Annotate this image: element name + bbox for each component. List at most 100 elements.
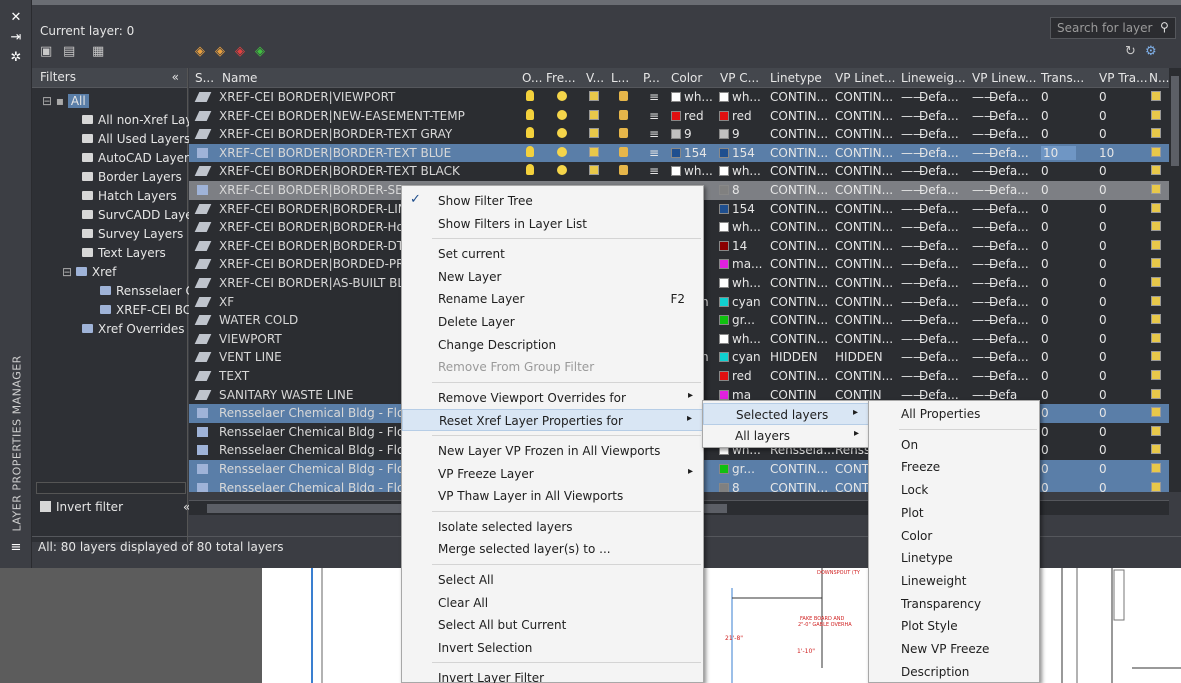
linetype-cell[interactable]: CONTIN... (770, 90, 828, 104)
vp-transparency-cell[interactable]: 0 (1099, 183, 1107, 197)
vp-freeze-icon[interactable] (589, 91, 599, 101)
linetype-cell[interactable]: CONTIN... (770, 127, 828, 141)
invert-filter-checkbox[interactable]: Invert filter « (40, 500, 190, 514)
menu-item-select-all[interactable]: Select All (402, 569, 703, 591)
layer-row[interactable]: XREF-CEI BORDER|BORDER-TEXT BLACK ≡ wh... w… (189, 162, 1169, 181)
vp-transparency-cell[interactable]: 0 (1099, 406, 1107, 420)
menu-item-delete-layer[interactable]: Delete Layer (402, 311, 703, 333)
color-cell[interactable]: red (671, 109, 704, 123)
menu-item-set-current[interactable]: Set current (402, 243, 703, 265)
new-vp-freeze-icon[interactable] (1151, 128, 1161, 139)
layer-name[interactable]: XREF-CEI BORDER|BORDER-TEXT GRAY (219, 127, 452, 141)
new-layer-icon[interactable]: ◈ (195, 44, 205, 59)
on-icon[interactable] (526, 145, 534, 157)
layer-name[interactable]: XREF-CEI BORDER|BORDER-TEXT BLUE (219, 146, 451, 160)
lock-icon[interactable] (619, 165, 628, 176)
menu-item-show-filter-tree[interactable]: ✓ Show Filter Tree (402, 190, 703, 212)
vp-linetype-cell[interactable]: CONTIN... (835, 183, 893, 197)
new-vp-freeze-icon[interactable] (1151, 277, 1161, 287)
new-vp-freeze-icon[interactable] (1151, 146, 1161, 157)
vp-transparency-cell[interactable]: 0 (1099, 443, 1107, 457)
vp-transparency-cell[interactable]: 0 (1099, 369, 1107, 383)
new-vp-freeze-icon[interactable] (1151, 351, 1161, 362)
new-vp-freeze-icon[interactable] (1151, 463, 1161, 473)
plot-icon[interactable]: ≡ (649, 164, 659, 178)
new-vp-freeze-icon[interactable] (1151, 370, 1161, 380)
transparency-cell[interactable]: 0 (1041, 313, 1049, 327)
layer-name[interactable]: WATER COLD (219, 313, 298, 327)
new-vp-freeze-icon[interactable] (1151, 295, 1161, 306)
layer-name[interactable]: XREF-CEI BORDER|BORDER-LINES (219, 202, 422, 216)
transparency-cell[interactable]: 0 (1041, 276, 1049, 290)
layer-name[interactable]: XREF-CEI BORDER|NEW-EASEMENT-TEMP (219, 109, 465, 123)
new-vp-freeze-icon[interactable] (1151, 239, 1161, 250)
vp-color-cell[interactable]: red (719, 109, 752, 123)
vp-linetype-cell[interactable]: CONTIN... (835, 295, 893, 309)
layer-name[interactable]: Rensselaer Chemical Bldg - Floor (219, 425, 417, 439)
lock-icon[interactable] (619, 109, 628, 120)
new-vp-freeze-icon[interactable] (1151, 425, 1161, 436)
new-vp-freeze-icon[interactable] (1151, 314, 1161, 325)
freeze-icon[interactable] (557, 165, 567, 176)
col-new-vp[interactable]: N... (1149, 71, 1169, 85)
col-lock[interactable]: L... (611, 71, 629, 85)
menu-item-change-description[interactable]: Change Description (402, 334, 703, 356)
delete-layer-icon[interactable]: ◈ (235, 44, 245, 59)
lock-icon[interactable] (619, 91, 628, 101)
menu-item-vp-thaw-layer-in-all-viewports[interactable]: VP Thaw Layer in All Viewports (402, 485, 703, 507)
color-cell[interactable]: 9 (671, 127, 692, 141)
vp-transparency-cell[interactable]: 0 (1099, 462, 1107, 476)
vp-color-cell[interactable]: cyan (719, 350, 761, 364)
linetype-cell[interactable]: HIDDEN (770, 350, 818, 364)
col-on[interactable]: O... (522, 71, 542, 85)
submenu-item-lineweight[interactable]: Lineweight (869, 570, 1039, 592)
linetype-cell[interactable]: CONTIN... (770, 183, 828, 197)
vp-color-cell[interactable]: cyan (719, 295, 761, 309)
submenu-item-freeze[interactable]: Freeze (869, 456, 1039, 478)
set-current-icon[interactable]: ◈ (255, 44, 265, 59)
col-linetype[interactable]: Linetype (770, 71, 822, 85)
layer-name[interactable]: Rensselaer Chemical Bldg - Floor (219, 462, 417, 476)
color-cell[interactable]: wh... (671, 90, 713, 104)
layer-name[interactable]: XREF-CEI BORDER|BORDER-DTEXT (219, 239, 427, 253)
vp-transparency-cell[interactable]: 0 (1099, 276, 1107, 290)
close-icon[interactable]: ✕ (8, 10, 24, 25)
freeze-icon[interactable] (557, 91, 567, 101)
layer-name[interactable]: XREF-CEI BORDER|BORDER-TEXT BLACK (219, 164, 460, 178)
vp-linetype-cell[interactable]: CONTIN... (835, 369, 893, 383)
linetype-cell[interactable]: CONTIN... (770, 481, 828, 492)
col-vp-lineweight[interactable]: VP Linew... (972, 71, 1036, 85)
grip-icon[interactable]: ≡ (8, 540, 24, 555)
filter-hscroll[interactable] (36, 482, 186, 494)
vp-transparency-cell[interactable]: 0 (1099, 127, 1107, 141)
submenu-item-transparency[interactable]: Transparency (869, 593, 1039, 615)
vp-linetype-cell[interactable]: CONTIN... (835, 202, 893, 216)
menu-item-vp-freeze-layer[interactable]: VP Freeze Layer ▸ (402, 463, 703, 485)
linetype-cell[interactable]: CONTIN... (770, 332, 828, 346)
vp-linetype-cell[interactable]: CONTIN... (835, 109, 893, 123)
new-vp-freeze-icon[interactable] (1151, 388, 1161, 399)
vp-freeze-icon[interactable] (589, 165, 599, 176)
submenu-item-plot-style[interactable]: Plot Style (869, 615, 1039, 637)
vp-color-cell[interactable]: wh... (719, 164, 761, 178)
vp-color-cell[interactable]: 9 (719, 127, 740, 141)
filter-item-rensselaer[interactable]: Rensselaer C (100, 284, 194, 298)
vp-transparency-cell[interactable]: 0 (1099, 481, 1107, 492)
vp-linetype-cell[interactable]: CONTIN... (835, 276, 893, 290)
vp-linetype-cell[interactable]: HIDDEN (835, 350, 883, 364)
submenu-item-plot[interactable]: Plot (869, 502, 1039, 524)
vp-linetype-cell[interactable]: CONTIN... (835, 146, 893, 160)
new-vp-freeze-icon[interactable] (1151, 444, 1161, 455)
filter-item-non-xref[interactable]: All non-Xref Lay (82, 113, 192, 127)
collapse-icon[interactable]: « (172, 70, 179, 85)
submenu-item-all-properties[interactable]: All Properties (869, 403, 1039, 425)
freeze-icon[interactable] (557, 128, 567, 139)
vp-color-cell[interactable]: red (719, 369, 752, 383)
vp-transparency-cell[interactable]: 0 (1099, 239, 1107, 253)
vp-color-cell[interactable]: wh... (719, 332, 761, 346)
filter-item-xref-cei[interactable]: XREF-CEI BC (100, 303, 191, 317)
submenu-item-linetype[interactable]: Linetype (869, 547, 1039, 569)
submenu-item-selected-layers[interactable]: Selected layers ▸ (703, 403, 869, 425)
freeze-icon[interactable] (557, 146, 567, 157)
layer-name[interactable]: TEXT (219, 369, 249, 383)
